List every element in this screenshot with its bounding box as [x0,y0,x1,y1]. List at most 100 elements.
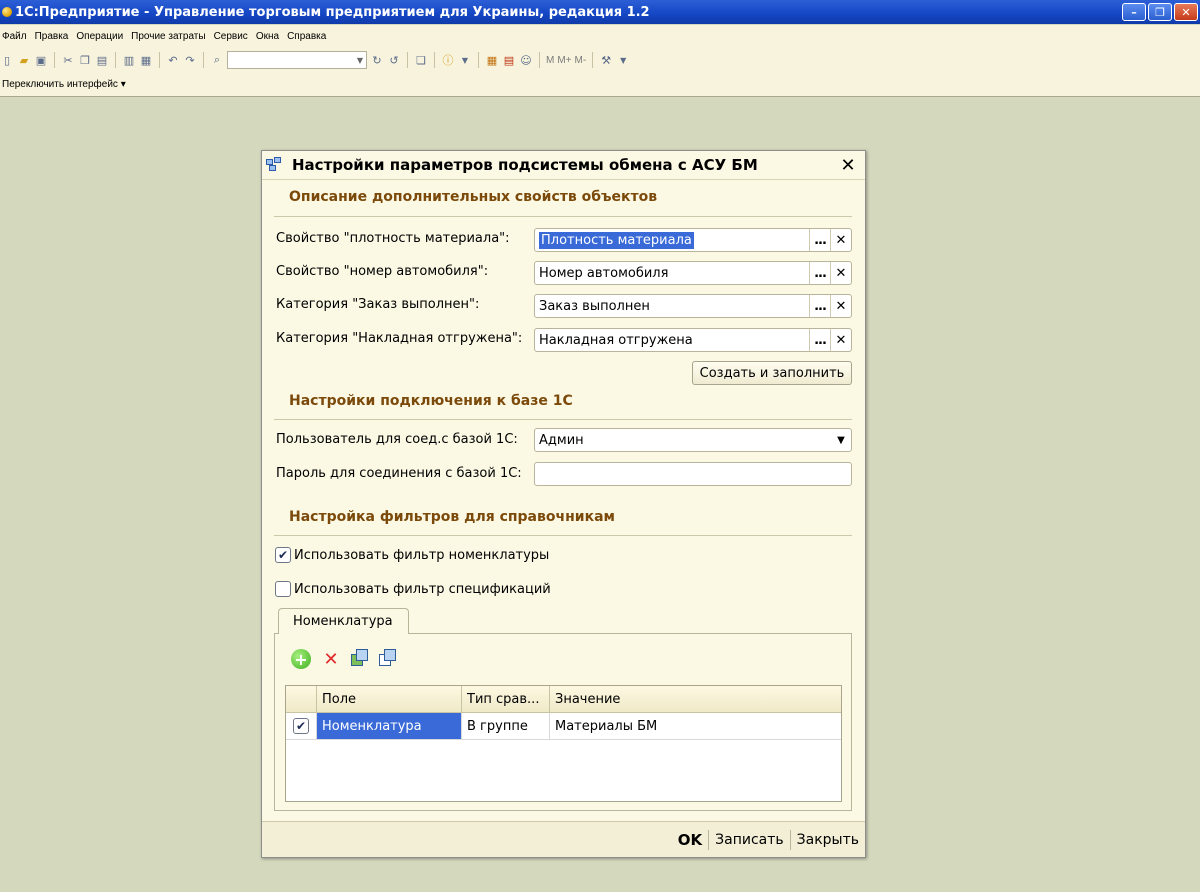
specification-filter-checkbox[interactable] [275,581,291,597]
window-controls: – ❐ ✕ [1122,3,1198,21]
menu-edit[interactable]: Правка [32,31,74,42]
print-preview-icon[interactable]: ▦ [139,53,153,67]
dialog-title: Настройки параметров подсистемы обмена с… [292,156,758,174]
minimize-icon[interactable]: – [1122,3,1146,21]
car-number-property-label: Свойство "номер автомобиля": [276,264,489,279]
create-and-fill-button[interactable]: Создать и заполнить [692,361,852,385]
menu-bar: Файл Правка Операции Прочие затраты Серв… [0,25,1200,47]
row-value-cell[interactable]: Материалы БМ [550,713,841,739]
redo-icon[interactable]: ↷ [183,53,197,67]
calculator-icon[interactable]: ▦ [485,53,499,67]
grid-header-field[interactable]: Поле [317,686,462,712]
chevron-down-icon[interactable]: ▼ [831,429,851,451]
window-titlebar: 1С:Предприятие - Управление торговым пре… [0,0,1200,24]
specification-filter-checkbox-row[interactable]: Использовать фильтр спецификаций [275,581,551,597]
print-icon[interactable]: ▥ [122,53,136,67]
section-title-filters: Настройка фильтров для справочникам [289,509,615,525]
clear-icon[interactable]: ✕ [830,329,851,351]
memory-plus-button[interactable]: M+ [557,55,571,66]
toolbar-separator [203,52,204,68]
cut-icon[interactable]: ✂ [61,53,75,67]
settings-dialog: Настройки параметров подсистемы обмена с… [261,150,866,858]
clear-icon[interactable]: ✕ [830,262,851,284]
select-button[interactable]: ... [809,329,830,351]
select-button[interactable]: ... [809,262,830,284]
open-folder-icon[interactable]: ▰ [17,53,31,67]
calendar-icon[interactable]: ▤ [502,53,516,67]
clear-icon[interactable]: ✕ [830,229,851,251]
info-icon[interactable]: ⓘ [441,53,455,67]
select-button[interactable]: ... [809,229,830,251]
nomenclature-filter-checkbox[interactable]: ✔ [275,547,291,563]
section-title-properties: Описание дополнительных свойств объектов [289,189,658,205]
add-row-icon[interactable]: + [291,649,311,669]
tab-nomenclature[interactable]: Номенклатура [278,608,409,634]
close-icon[interactable]: ✕ [1174,3,1198,21]
row-use-checkbox[interactable]: ✔ [293,718,309,734]
password-field[interactable] [534,462,852,486]
toolbar-separator [407,52,408,68]
memory-minus-button[interactable]: M- [575,55,587,66]
select-button[interactable]: ... [809,295,830,317]
clear-icon[interactable]: ✕ [830,295,851,317]
table-row[interactable]: ✔ Номенклатура В группе Материалы БМ [286,713,841,740]
uncheck-all-icon[interactable] [379,649,397,667]
dialog-header: Настройки параметров подсистемы обмена с… [262,151,865,180]
order-done-category-value: Заказ выполнен [539,298,650,314]
ok-button[interactable]: OK [672,831,708,849]
save-button[interactable]: Записать [709,832,790,848]
chevron-down-icon[interactable]: ▼ [458,53,472,67]
menu-help[interactable]: Справка [284,31,331,42]
menu-other-costs[interactable]: Прочие затраты [128,31,210,42]
memory-button[interactable]: M [546,55,554,66]
users-icon[interactable]: ☺ [519,53,533,67]
grid-header-value[interactable]: Значение [550,686,841,712]
invoice-shipped-category-label: Категория "Накладная отгружена": [276,331,523,346]
toolbar-separator [592,52,594,68]
copy-icon[interactable]: ❐ [78,53,92,67]
new-document-icon[interactable]: ▯ [0,53,14,67]
chevron-down-icon[interactable]: ▼ [616,53,630,67]
specification-filter-label: Использовать фильтр спецификаций [294,581,551,597]
density-property-label: Свойство "плотность материала": [276,231,510,246]
invoice-shipped-category-field[interactable]: Накладная отгружена ... ✕ [534,328,852,352]
filter-grid: Поле Тип срав... Значение ✔ Номенклатура… [285,685,842,802]
chevron-down-icon[interactable]: ▼ [354,52,366,68]
row-field-cell[interactable]: Номенклатура [317,713,462,739]
order-done-category-field[interactable]: Заказ выполнен ... ✕ [534,294,852,318]
search-icon[interactable]: ⌕ [210,53,224,67]
menu-service[interactable]: Сервис [211,31,253,42]
find-prev-icon[interactable]: ↺ [387,53,401,67]
switch-interface-button[interactable]: Переключить интерфейс ▾ [2,79,126,90]
toolbar-search-input[interactable]: ▼ [227,51,367,69]
menu-operations[interactable]: Операции [73,31,128,42]
grid-toolbar: + ✕ [291,649,397,670]
undo-icon[interactable]: ↶ [166,53,180,67]
nomenclature-filter-checkbox-row[interactable]: ✔ Использовать фильтр номенклатуры [275,547,549,563]
restore-icon[interactable]: ❐ [1148,3,1172,21]
paste-icon[interactable]: ▤ [95,53,109,67]
grid-header-check [286,686,317,712]
window-icon[interactable]: ❏ [414,53,428,67]
nomenclature-tab-panel: + ✕ Поле Тип срав... Значение ✔ Номенкла… [274,633,852,811]
toolbar-separator [539,52,540,68]
check-all-icon[interactable] [351,649,369,667]
menu-file[interactable]: Файл [0,31,32,42]
row-compare-cell[interactable]: В группе [462,713,550,739]
delete-row-icon[interactable]: ✕ [321,649,341,670]
grid-header-compare[interactable]: Тип срав... [462,686,550,712]
password-value [535,463,851,485]
menu-windows[interactable]: Окна [253,31,284,42]
density-property-field[interactable]: Плотность материала ... ✕ [534,228,852,252]
close-icon[interactable]: ✕ [839,155,857,176]
section-divider [274,216,852,217]
save-icon[interactable]: ▣ [34,53,48,67]
user-label: Пользователь для соед.с базой 1С: [276,432,518,447]
car-number-property-field[interactable]: Номер автомобиля ... ✕ [534,261,852,285]
user-select[interactable]: Админ ▼ [534,428,852,452]
close-button[interactable]: Закрыть [791,832,865,848]
switch-interface-bar: Переключить интерфейс ▾ [0,73,1200,97]
order-done-category-label: Категория "Заказ выполнен": [276,297,480,312]
tools-icon[interactable]: ⚒ [599,53,613,67]
find-next-icon[interactable]: ↻ [370,53,384,67]
